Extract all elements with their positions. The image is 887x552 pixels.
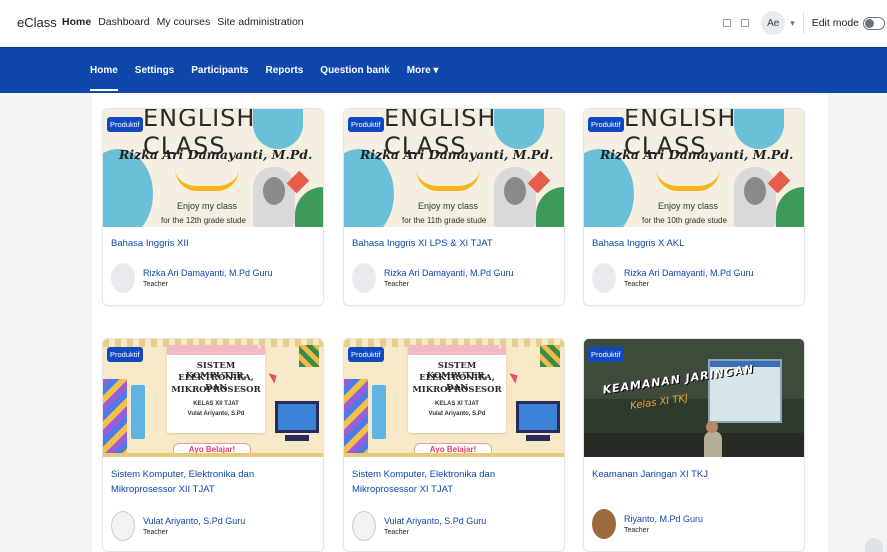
teacher-name-link[interactable]: Rizka Ari Damayanti, M.Pd Guru bbox=[143, 268, 273, 278]
category-badge: Produktif bbox=[588, 117, 624, 132]
course-image[interactable]: ENGLISH CLASS Rizka Ari Damayanti, M.Pd.… bbox=[103, 109, 323, 227]
tab-question-bank[interactable]: Question bank bbox=[320, 65, 389, 91]
course-contact: Vulat Ariyanto, S.Pd Guru Teacher bbox=[352, 511, 486, 541]
teacher-role: Teacher bbox=[624, 527, 649, 534]
image-caption-2: for the 11th grade stude bbox=[402, 216, 487, 225]
scroll-to-top-button[interactable] bbox=[865, 538, 883, 552]
tab-more[interactable]: More ▾ bbox=[407, 65, 439, 91]
image-caption: Enjoy my class bbox=[418, 201, 479, 211]
tab-settings[interactable]: Settings bbox=[135, 65, 174, 91]
course-card[interactable]: ENGLISH CLASS Rizka Ari Damayanti, M.Pd.… bbox=[343, 108, 565, 306]
image-class: KELAS XII TJAT bbox=[193, 401, 239, 407]
divider bbox=[802, 12, 804, 34]
course-image[interactable]: SISTEM KOMPUTER, ELEKTRONIKA, DAN MIKROP… bbox=[103, 339, 323, 457]
image-caption: Enjoy my class bbox=[658, 201, 719, 211]
tab-participants[interactable]: Participants bbox=[191, 65, 248, 91]
teacher-photo bbox=[734, 167, 776, 227]
course-contact: Rizka Ari Damayanti, M.Pd Guru Teacher bbox=[111, 263, 273, 293]
course-title-link[interactable]: Keamanan Jaringan XI TKJ bbox=[592, 467, 797, 482]
teacher-avatar[interactable] bbox=[352, 263, 376, 293]
teacher-name-link[interactable]: Vulat Ariyanto, S.Pd Guru bbox=[143, 516, 245, 526]
course-title-link[interactable]: Bahasa Inggris XI LPS & XI TJAT bbox=[352, 236, 557, 251]
teacher-avatar[interactable] bbox=[111, 263, 135, 293]
user-avatar[interactable]: Ae bbox=[761, 11, 786, 35]
course-image[interactable]: SISTEM KOMPUTER, ELEKTRONIKA, DAN MIKROP… bbox=[344, 339, 564, 457]
teacher-name-link[interactable]: Vulat Ariyanto, S.Pd Guru bbox=[384, 516, 486, 526]
image-teacher: Vulat Ariyanto, S.Pd bbox=[187, 411, 245, 417]
course-image[interactable]: ENGLISH CLASS Rizka Ari Damayanti, M.Pd.… bbox=[584, 109, 804, 227]
category-badge: Produktif bbox=[348, 117, 384, 132]
tab-reports[interactable]: Reports bbox=[266, 65, 304, 91]
teacher-role: Teacher bbox=[384, 529, 409, 536]
nav-my-courses[interactable]: My courses bbox=[157, 16, 211, 28]
teacher-avatar[interactable] bbox=[352, 511, 376, 541]
secondary-navbar: Home Settings Participants Reports Quest… bbox=[0, 47, 887, 93]
category-badge: Produktif bbox=[107, 347, 143, 362]
top-navbar: eClass Home Dashboard My courses Site ad… bbox=[0, 0, 887, 46]
course-card[interactable]: KEAMANAN JARINGAN Kelas XI TKJ Produktif… bbox=[583, 338, 805, 552]
course-title-link[interactable]: Bahasa Inggris XII bbox=[111, 236, 316, 251]
course-list-panel: ENGLISH CLASS Rizka Ari Damayanti, M.Pd.… bbox=[92, 93, 828, 552]
course-contact: Vulat Ariyanto, S.Pd Guru Teacher bbox=[111, 511, 245, 541]
category-badge: Produktif bbox=[588, 347, 624, 362]
category-badge: Produktif bbox=[107, 117, 143, 132]
course-title-link[interactable]: Bahasa Inggris X AKL bbox=[592, 236, 797, 251]
teacher-name-link[interactable]: Rizka Ari Damayanti, M.Pd Guru bbox=[384, 268, 514, 278]
tab-home[interactable]: Home bbox=[90, 65, 118, 91]
messages-icon[interactable] bbox=[741, 19, 750, 27]
primary-nav: Home Dashboard My courses Site administr… bbox=[62, 16, 304, 28]
image-teacher-name: Rizka Ari Damayanti, M.Pd. bbox=[119, 147, 313, 162]
course-card[interactable]: ENGLISH CLASS Rizka Ari Damayanti, M.Pd.… bbox=[583, 108, 805, 306]
edit-mode-label: Edit mode bbox=[811, 17, 859, 29]
teacher-role: Teacher bbox=[143, 281, 168, 288]
course-card[interactable]: ENGLISH CLASS Rizka Ari Damayanti, M.Pd.… bbox=[102, 108, 324, 306]
course-card[interactable]: SISTEM KOMPUTER, ELEKTRONIKA, DAN MIKROP… bbox=[102, 338, 324, 552]
teacher-role: Teacher bbox=[384, 281, 409, 288]
course-contact: Rizka Ari Damayanti, M.Pd Guru Teacher bbox=[352, 263, 514, 293]
teacher-avatar[interactable] bbox=[592, 509, 616, 539]
course-title-link[interactable]: Sistem Komputer, Elektronika dan Mikropr… bbox=[352, 467, 557, 497]
edit-mode-toggle[interactable] bbox=[863, 16, 885, 30]
teacher-avatar[interactable] bbox=[592, 263, 616, 293]
teacher-role: Teacher bbox=[624, 281, 649, 288]
teacher-name-link[interactable]: Riyanto, M.Pd Guru bbox=[624, 514, 703, 524]
image-class: KELAS XI TJAT bbox=[435, 401, 479, 407]
teacher-avatar[interactable] bbox=[111, 511, 135, 541]
course-contact: Riyanto, M.Pd Guru Teacher bbox=[592, 509, 703, 539]
course-title-link[interactable]: Sistem Komputer, Elektronika dan Mikropr… bbox=[111, 467, 316, 497]
notifications-icon[interactable] bbox=[723, 19, 732, 27]
teacher-photo bbox=[253, 167, 295, 227]
teacher-photo bbox=[494, 167, 536, 227]
course-image[interactable]: KEAMANAN JARINGAN Kelas XI TKJ Produktif bbox=[584, 339, 804, 457]
course-contact: Rizka Ari Damayanti, M.Pd Guru Teacher bbox=[592, 263, 754, 293]
image-teacher-name: Rizka Ari Damayanti, M.Pd. bbox=[360, 147, 554, 162]
course-image[interactable]: ENGLISH CLASS Rizka Ari Damayanti, M.Pd.… bbox=[344, 109, 564, 227]
image-teacher: Vulat Ariyanto, S.Pd bbox=[428, 411, 486, 417]
user-controls: Ae ▾ Edit mode bbox=[723, 10, 887, 36]
teacher-role: Teacher bbox=[143, 529, 168, 536]
nav-home[interactable]: Home bbox=[62, 16, 91, 28]
image-teacher-name: Rizka Ari Damayanti, M.Pd. bbox=[600, 147, 794, 162]
chevron-down-icon[interactable]: ▾ bbox=[790, 18, 795, 29]
image-caption: Enjoy my class bbox=[177, 201, 238, 211]
teacher-name-link[interactable]: Rizka Ari Damayanti, M.Pd Guru bbox=[624, 268, 754, 278]
site-brand[interactable]: eClass bbox=[17, 15, 57, 30]
nav-dashboard[interactable]: Dashboard bbox=[98, 16, 149, 28]
nav-site-administration[interactable]: Site administration bbox=[217, 16, 303, 28]
image-line-3: MIKROPROSESOR bbox=[171, 385, 261, 395]
course-card[interactable]: SISTEM KOMPUTER, ELEKTRONIKA, DAN MIKROP… bbox=[343, 338, 565, 552]
category-badge: Produktif bbox=[348, 347, 384, 362]
image-caption-2: for the 12th grade stude bbox=[161, 216, 246, 225]
image-caption-2: for the 10th grade stude bbox=[642, 216, 727, 225]
image-line-3: MIKROPROSESOR bbox=[412, 385, 502, 395]
